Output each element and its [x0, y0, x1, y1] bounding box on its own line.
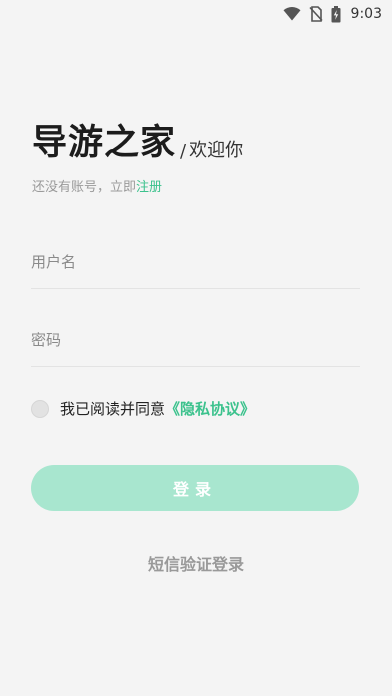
login-button[interactable]: 登录	[31, 465, 359, 511]
agreement-checkbox[interactable]	[31, 399, 49, 418]
username-input[interactable]	[31, 236, 360, 288]
title-row: 导游之家 / 欢迎你	[32, 120, 243, 166]
privacy-agreement-link[interactable]: 《隐私协议》	[165, 398, 255, 419]
register-prompt-text: 还没有账号，立即	[32, 180, 137, 195]
no-sim-icon	[308, 6, 323, 22]
register-link[interactable]: 注册	[136, 180, 162, 195]
status-time: 9:03	[350, 6, 382, 22]
app-title: 导游之家	[32, 122, 177, 163]
password-field[interactable]	[31, 314, 360, 367]
password-input[interactable]	[31, 314, 360, 366]
sms-login-link[interactable]: 短信验证登录	[0, 551, 392, 575]
title-slash: /	[180, 141, 187, 162]
agreement-text: 我已阅读并同意	[60, 400, 166, 418]
username-field[interactable]	[31, 236, 360, 289]
agreement-row: 我已阅读并同意 《隐私协议》	[31, 398, 255, 419]
status-icons: 9:03	[283, 3, 382, 25]
battery-charging-icon	[331, 5, 341, 22]
register-prompt: 还没有账号，立即注册	[32, 176, 162, 195]
wifi-icon	[283, 7, 301, 21]
status-bar: 9:03	[0, 0, 392, 28]
welcome-subtitle: 欢迎你	[189, 140, 244, 161]
